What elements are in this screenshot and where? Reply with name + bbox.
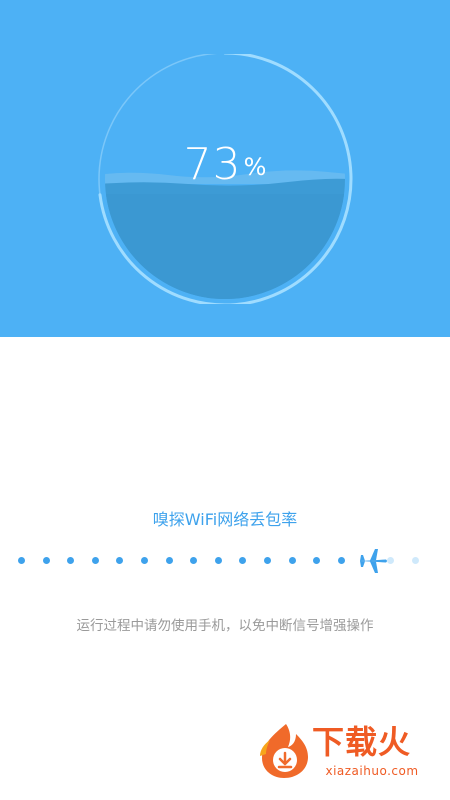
watermark: 下载火 xiazaihuo.com — [256, 720, 436, 786]
progress-dot-done — [91, 557, 99, 564]
airplane-icon — [360, 549, 388, 573]
progress-dot-done — [337, 557, 345, 564]
progress-dot-done — [165, 557, 173, 564]
notice-text: 运行过程中请勿使用手机，以免中断信号增强操作 — [76, 618, 374, 634]
hero-panel: 73% — [0, 0, 450, 337]
percent-unit: % — [243, 153, 267, 181]
flame-download-icon — [260, 724, 308, 778]
progress-dot-done — [313, 557, 321, 564]
progress-dot-done — [18, 557, 25, 564]
progress-dot-done — [67, 557, 75, 564]
progress-dot-done — [116, 557, 124, 564]
progress-dot-done — [42, 557, 50, 564]
progress-dot-done — [239, 557, 247, 564]
percent-readout: 73% — [0, 143, 450, 187]
percent-value: 73 — [183, 139, 242, 190]
watermark-brand: 下载火 — [312, 723, 412, 761]
progress-dot-pending — [411, 557, 419, 564]
progress-dot-done — [141, 557, 148, 564]
progress-dot-done — [288, 557, 296, 564]
watermark-site: xiazaihuo.com — [325, 764, 419, 778]
task-title: 嗅探WiFi网络丢包率 — [152, 510, 298, 529]
progress-dot-done — [214, 557, 222, 564]
app-screen: 73% 嗅探WiFi网络丢包率 运行过程中请勿使用手机，以免中断信号增强操作 下… — [0, 0, 450, 800]
progress-dot-done — [190, 557, 198, 564]
progress-dot-pending — [387, 557, 394, 564]
progress-dot-done — [264, 557, 271, 564]
step-progress-track — [18, 548, 438, 574]
